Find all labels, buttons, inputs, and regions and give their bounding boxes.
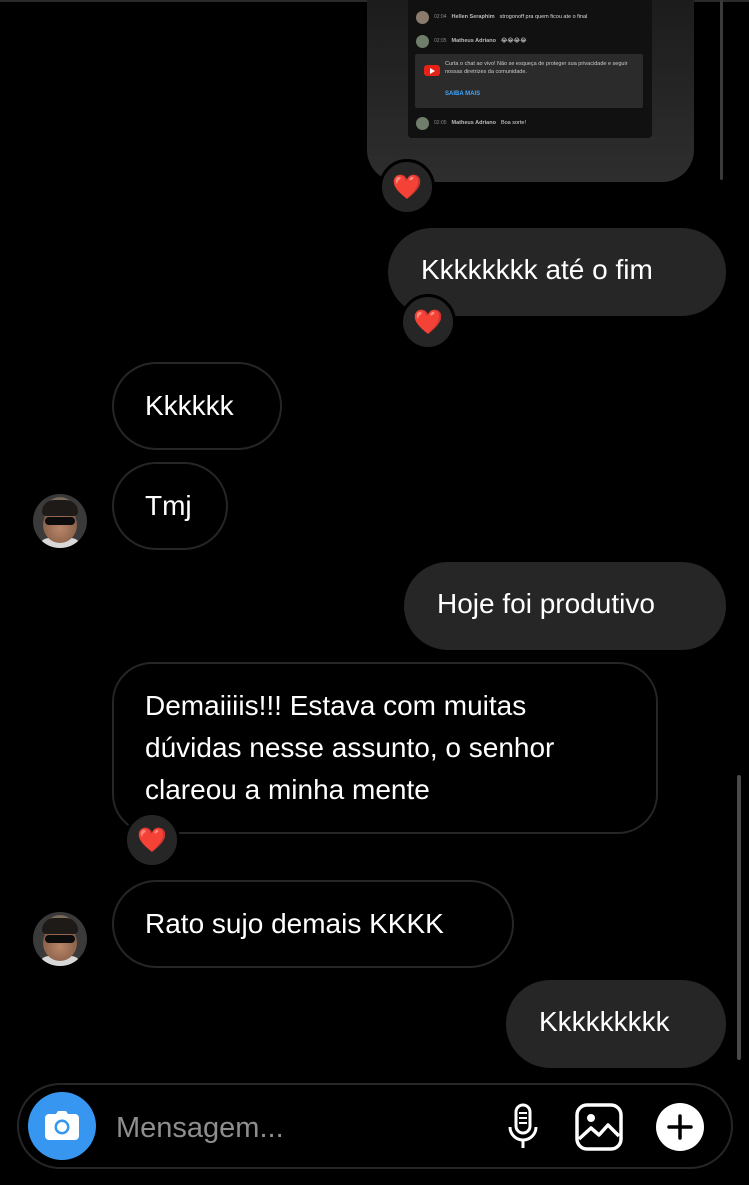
livechat-author: Matheus Adriano <box>451 120 496 126</box>
conversation-scrollbar[interactable] <box>737 775 741 1060</box>
shared-post[interactable]: 02:04 Hellen Seraphim strogonoff pra que… <box>367 0 694 182</box>
more-options-button[interactable] <box>655 1102 705 1152</box>
outgoing-message[interactable]: Hoje foi produtivo <box>404 562 726 650</box>
camera-button[interactable] <box>28 1092 96 1160</box>
livechat-time: 02:04 <box>434 14 447 20</box>
message-text: Kkkkkk <box>145 390 234 421</box>
message-text: Kkkkkkkk até o fim <box>421 254 653 285</box>
message-text-line: clareou a minha mente <box>145 774 430 805</box>
livechat-notice: Curta o chat ao vivo! Não se esqueça de … <box>415 54 643 108</box>
livechat-row: 02:05 Matheus Adriano Boa sorte! <box>416 114 644 132</box>
heart-icon: ❤️ <box>413 308 443 336</box>
heart-icon: ❤️ <box>137 826 167 854</box>
microphone-icon <box>508 1103 538 1148</box>
message-text: Kkkkkkkkk <box>539 1006 670 1037</box>
message-text: Hoje foi produtivo <box>437 588 655 619</box>
camera-icon <box>45 1111 79 1140</box>
gallery-button[interactable] <box>574 1102 624 1152</box>
youtube-logo-icon <box>424 65 440 76</box>
avatar <box>416 34 429 48</box>
livechat-message: strogonoff pra quem ficou ate o final <box>499 14 588 20</box>
message-text-line: dúvidas nesse assunto, o senhor <box>145 732 555 763</box>
avatar[interactable] <box>33 494 87 548</box>
heart-reaction[interactable]: ❤️ <box>124 812 180 868</box>
message-text: Rato sujo demais KKKK <box>145 908 444 939</box>
incoming-message[interactable]: Tmj <box>112 462 228 550</box>
livechat-row: 02:04 Hellen Seraphim strogonoff pra que… <box>416 8 644 26</box>
avatar <box>416 116 429 130</box>
avatar[interactable] <box>33 912 87 966</box>
livechat-author: Matheus Adriano <box>451 38 496 44</box>
message-text: Tmj <box>145 490 192 521</box>
voice-message-button[interactable] <box>498 1102 548 1152</box>
shared-post-scrollbar[interactable] <box>720 0 723 180</box>
livechat-row: 02:05 Matheus Adriano 😂😂😂😂 <box>416 32 644 50</box>
learn-more-link: SAIBA MAIS <box>445 91 481 97</box>
incoming-message[interactable]: Demaiiiis!!! Estava com muitas dúvidas n… <box>112 662 658 834</box>
heart-icon: ❤️ <box>392 173 422 201</box>
livechat-time: 02:05 <box>434 120 447 126</box>
heart-reaction[interactable]: ❤️ <box>400 294 456 350</box>
livechat-time: 02:05 <box>434 38 447 44</box>
incoming-message[interactable]: Rato sujo demais KKKK <box>112 880 514 968</box>
outgoing-message[interactable]: Kkkkkkkkk <box>506 980 726 1068</box>
livechat-message: Boa sorte! <box>500 120 527 126</box>
message-input[interactable] <box>114 1105 478 1151</box>
message-text-line: Demaiiiis!!! Estava com muitas <box>145 690 527 721</box>
heart-reaction[interactable]: ❤️ <box>379 159 435 215</box>
gallery-icon <box>575 1103 623 1151</box>
avatar <box>416 10 429 24</box>
livechat-message: 😂😂😂😂 <box>500 38 527 44</box>
message-composer <box>17 1083 733 1169</box>
livechat-author: Hellen Seraphim <box>451 14 495 20</box>
notice-text: Curta o chat ao vivo! Não se esqueça de … <box>445 61 628 75</box>
plus-icon <box>656 1103 704 1151</box>
incoming-message[interactable]: Kkkkkk <box>112 362 282 450</box>
shared-post-image: 02:04 Hellen Seraphim strogonoff pra que… <box>408 0 652 138</box>
